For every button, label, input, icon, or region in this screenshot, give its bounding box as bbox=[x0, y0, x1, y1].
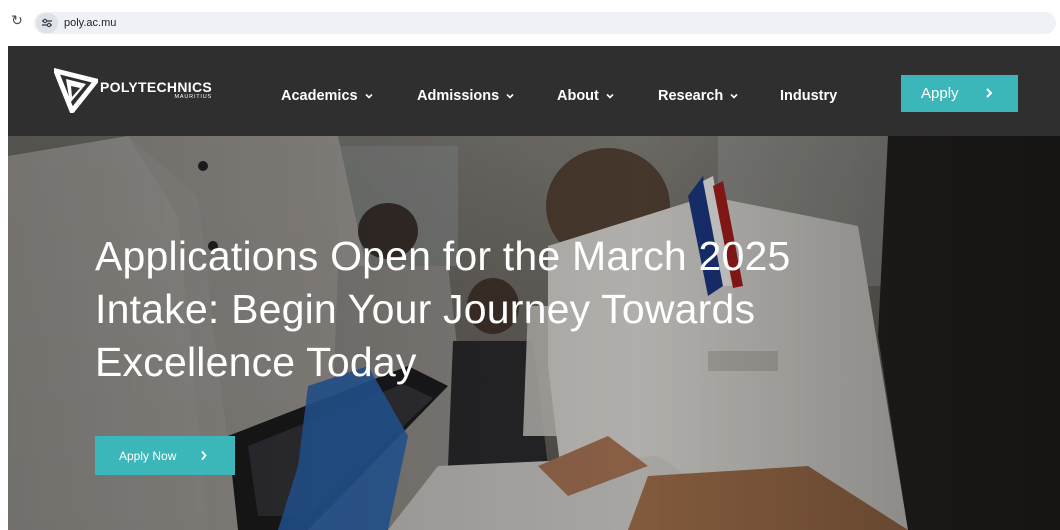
address-bar[interactable]: poly.ac.mu bbox=[34, 12, 1056, 34]
nav-label: Academics bbox=[281, 88, 358, 104]
apply-now-label: Apply Now bbox=[119, 448, 177, 463]
nav-research[interactable]: Research bbox=[658, 88, 738, 104]
nav-label: About bbox=[557, 88, 599, 104]
browser-toolbar: ↻ poly.ac.mu bbox=[0, 0, 1060, 44]
nav-label: Admissions bbox=[417, 88, 500, 104]
url-text: poly.ac.mu bbox=[64, 17, 117, 29]
nav-admissions[interactable]: Admissions bbox=[417, 88, 514, 104]
hero-headline: Applications Open for the March 2025 Int… bbox=[95, 230, 915, 389]
chevron-down-icon bbox=[506, 93, 514, 99]
apply-button-label: Apply bbox=[921, 85, 959, 102]
hero-headline-line: Excellence Today bbox=[95, 339, 417, 385]
site-info-icon[interactable] bbox=[36, 13, 58, 33]
apply-button[interactable]: Apply bbox=[901, 75, 1018, 112]
hero-headline-line: Applications Open for the March 2025 bbox=[95, 233, 791, 279]
site-logo[interactable]: POLYTECHNICS MAURITIUS bbox=[54, 67, 212, 113]
chevron-down-icon bbox=[606, 93, 614, 99]
chevron-down-icon bbox=[730, 93, 738, 99]
reload-icon[interactable]: ↻ bbox=[9, 12, 25, 28]
hero-headline-line: Intake: Begin Your Journey Towards bbox=[95, 286, 756, 332]
site-header: POLYTECHNICS MAURITIUS Academics Admissi… bbox=[8, 46, 1060, 136]
nav-about[interactable]: About bbox=[557, 88, 614, 104]
nav-label: Research bbox=[658, 88, 724, 104]
polytechnics-logo-icon bbox=[54, 67, 98, 113]
nav-label: Industry bbox=[780, 88, 838, 104]
chevron-right-icon bbox=[201, 450, 207, 461]
nav-academics[interactable]: Academics bbox=[281, 88, 373, 104]
nav-industry[interactable]: Industry bbox=[780, 88, 837, 104]
logo-subtitle: MAURITIUS bbox=[174, 94, 212, 100]
website: POLYTECHNICS MAURITIUS Academics Admissi… bbox=[8, 46, 1060, 530]
apply-now-button[interactable]: Apply Now bbox=[95, 436, 235, 475]
chevron-down-icon bbox=[365, 93, 373, 99]
hero-banner: Applications Open for the March 2025 Int… bbox=[8, 136, 1060, 530]
chevron-right-icon bbox=[986, 88, 993, 98]
logo-name: POLYTECHNICS bbox=[100, 79, 212, 95]
